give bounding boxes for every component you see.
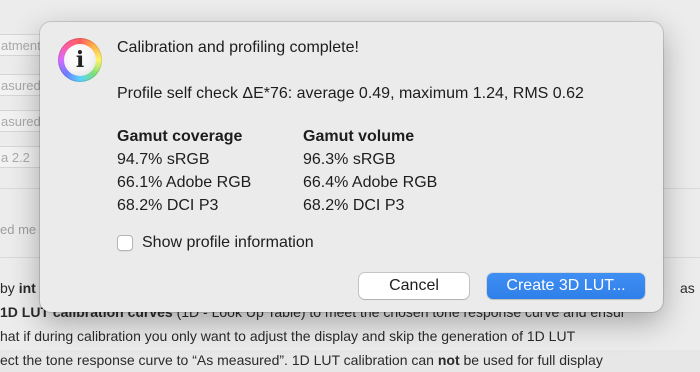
bg-label: ed me — [0, 222, 37, 237]
show-profile-info-checkbox[interactable] — [117, 235, 133, 251]
info-glyph: i — [75, 47, 85, 73]
coverage-adobe-rgb: 66.1% Adobe RGB — [117, 174, 252, 191]
bg-description-text: be used for full display — [459, 352, 603, 368]
bg-field: atment — [0, 34, 44, 56]
bg-field: a 2.2 — [0, 146, 44, 168]
bg-description-text: as — [680, 280, 695, 296]
bg-description-text: int — [18, 280, 36, 296]
gamut-volume-column: Gamut volume 96.3% sRGB 66.4% Adobe RGB … — [303, 125, 437, 217]
bg-description-line: ect the tone response curve to “As measu… — [0, 348, 700, 372]
gamut-coverage-column: Gamut coverage 94.7% sRGB 66.1% Adobe RG… — [117, 125, 251, 217]
bg-description-text: ect the tone response curve to “As measu… — [0, 352, 438, 368]
bg-description-line: hat if during calibration you only want … — [0, 324, 700, 348]
info-icon: i — [58, 38, 102, 82]
completion-dialog: i Calibration and profiling complete! Pr… — [40, 22, 663, 312]
bg-description-text: by — [0, 280, 19, 296]
bg-field: asured — [0, 110, 44, 132]
cancel-button[interactable]: Cancel — [359, 273, 469, 299]
bg-field: asured — [0, 74, 44, 96]
show-profile-info-label[interactable]: Show profile information — [142, 234, 314, 252]
volume-adobe-rgb: 66.4% Adobe RGB — [303, 174, 438, 191]
self-check-text: Profile self check ΔE*76: average 0.49, … — [117, 85, 584, 102]
volume-dci-p3: 68.2% DCI P3 — [303, 197, 405, 214]
create-3d-lut-button[interactable]: Create 3D LUT... — [487, 273, 645, 299]
coverage-srgb: 94.7% sRGB — [117, 151, 210, 168]
bg-description-text: not — [437, 352, 460, 368]
coverage-dci-p3: 68.2% DCI P3 — [117, 197, 219, 214]
show-profile-info-option[interactable]: Show profile information — [117, 234, 314, 252]
dialog-title: Calibration and profiling complete! — [117, 39, 359, 56]
bg-description-text: hat if during calibration you only want … — [0, 328, 576, 344]
gamut-volume-header: Gamut volume — [303, 128, 415, 145]
volume-srgb: 96.3% sRGB — [303, 151, 396, 168]
gamut-coverage-header: Gamut coverage — [117, 128, 243, 145]
